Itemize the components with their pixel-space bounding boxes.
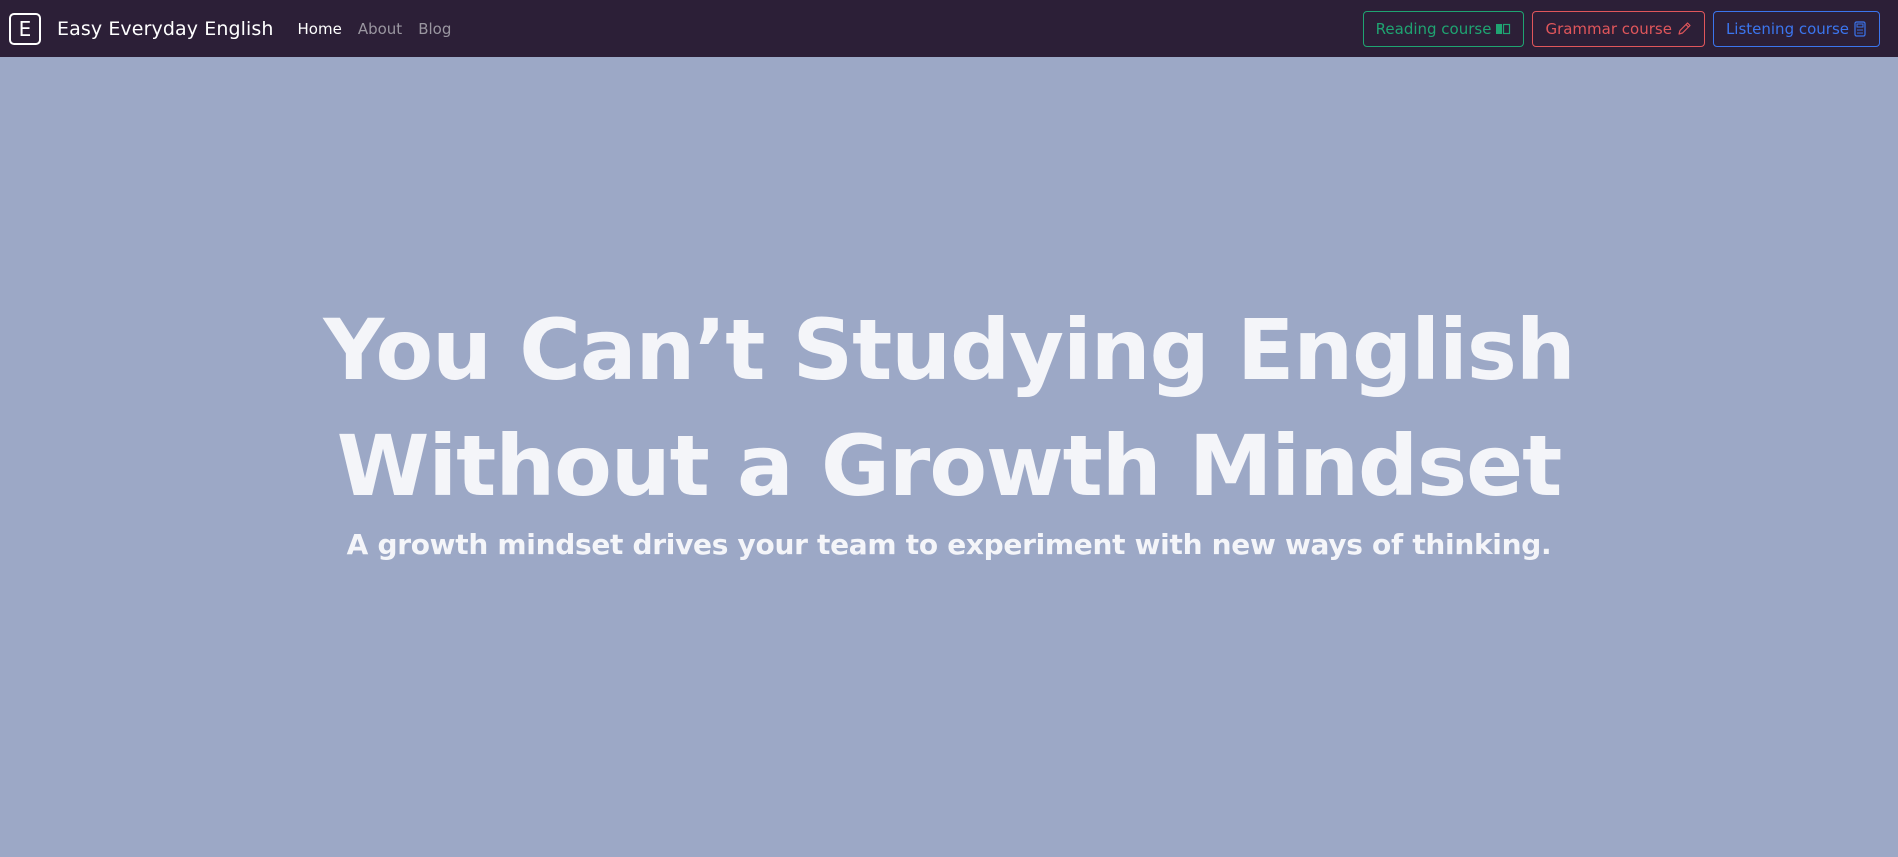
calculator-icon (1853, 20, 1867, 37)
hero-title-line-2: Without a Growth Mindset (336, 417, 1563, 515)
pencil-icon (1676, 21, 1692, 37)
nav-link-blog[interactable]: Blog (418, 20, 451, 38)
hero-section: You Can’t Studying English Without a Gro… (0, 57, 1898, 857)
hero-title: You Can’t Studying English Without a Gro… (0, 292, 1898, 524)
brand-logo: E (9, 12, 41, 45)
reading-course-label: Reading course (1375, 19, 1492, 38)
course-buttons: Reading course Grammar course Listening … (1355, 10, 1880, 47)
hero-title-line-1: You Can’t Studying English (323, 301, 1575, 399)
nav-link-home[interactable]: Home (298, 20, 342, 38)
brand-name: Easy Everyday English (57, 17, 274, 40)
listening-course-label: Listening course (1725, 19, 1849, 38)
nav-left: E Easy Everyday English Home About Blog (9, 12, 468, 45)
hero-subtitle: A growth mindset drives your team to exp… (346, 528, 1552, 561)
book-icon (1495, 22, 1511, 36)
grammar-course-label: Grammar course (1545, 19, 1672, 38)
reading-course-button[interactable]: Reading course (1362, 10, 1525, 47)
nav-link-about[interactable]: About (358, 20, 402, 38)
brand-link[interactable]: E Easy Everyday English (9, 12, 274, 45)
grammar-course-button[interactable]: Grammar course (1532, 10, 1705, 47)
listening-course-button[interactable]: Listening course (1712, 10, 1880, 47)
top-navbar: E Easy Everyday English Home About Blog … (0, 0, 1898, 57)
nav-links: Home About Blog (298, 20, 468, 38)
